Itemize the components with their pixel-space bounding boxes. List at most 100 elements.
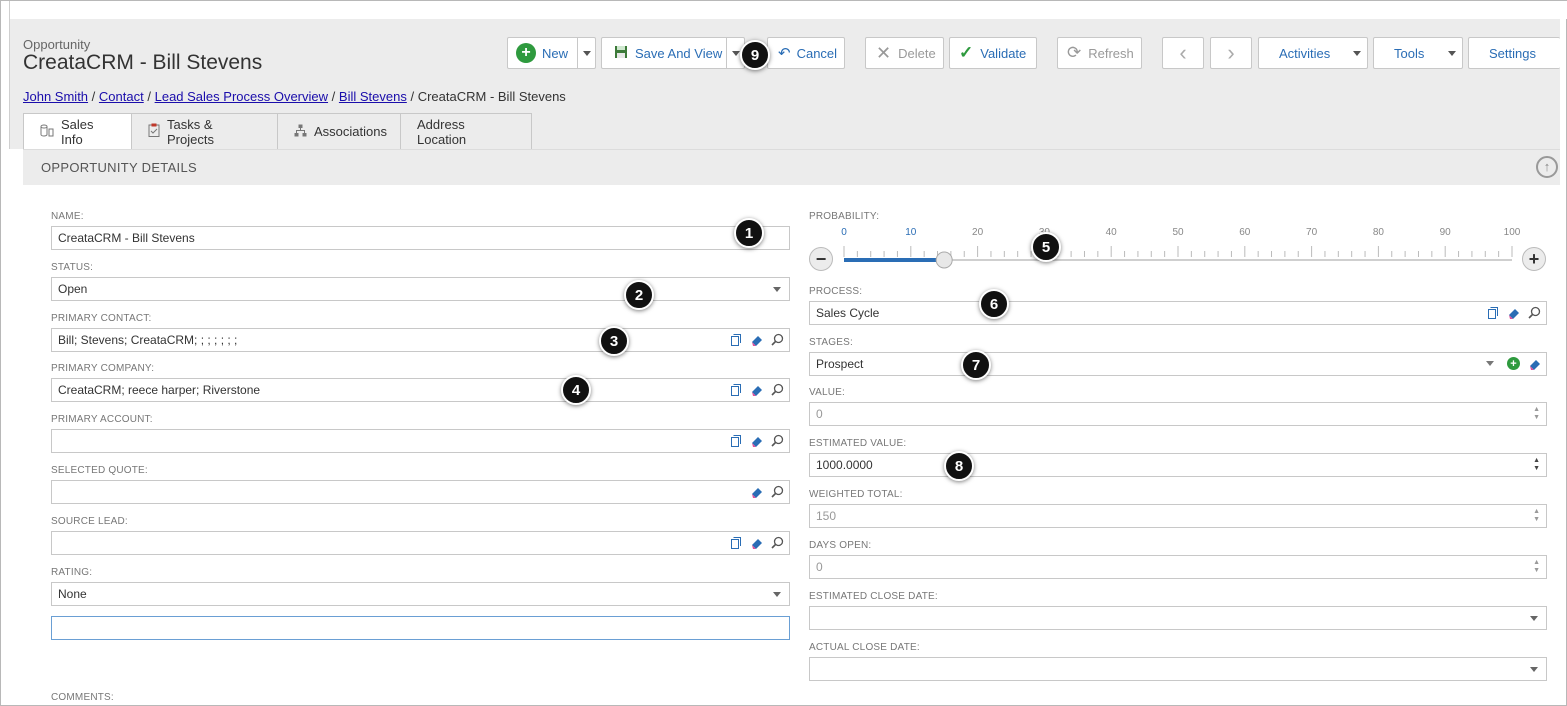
probability-tick-label: 70	[1306, 227, 1318, 238]
probability-slider[interactable]	[839, 243, 1519, 275]
stages-select[interactable]: Prospect +	[809, 352, 1547, 376]
weighted-total-label: WEIGHTED TOTAL:	[809, 489, 903, 500]
probability-increase-button[interactable]: +	[1522, 247, 1546, 271]
breadcrumb-link[interactable]: Lead Sales Process Overview	[155, 89, 328, 104]
save-and-view-button[interactable]: Save And View	[601, 37, 745, 69]
clipboard-icon	[148, 123, 160, 140]
previous-record-button[interactable]: ‹	[1162, 37, 1204, 69]
breadcrumb-current: CreataCRM - Bill Stevens	[417, 89, 566, 104]
breadcrumb-separator: /	[147, 89, 151, 104]
settings-label: Settings	[1489, 45, 1536, 61]
probability-tick-label: 60	[1239, 227, 1251, 238]
chevron-down-icon	[773, 592, 781, 597]
copy-icon[interactable]	[728, 382, 743, 397]
breadcrumb-link[interactable]: Contact	[99, 89, 144, 104]
slider-thumb	[935, 251, 953, 269]
chevron-right-icon: ›	[1227, 40, 1235, 65]
estimated-value-field[interactable]: 1000.0000 ▲ ▼	[809, 453, 1547, 477]
tools-menu-button[interactable]: Tools	[1373, 37, 1463, 69]
tab-address-location[interactable]: Address Location	[400, 113, 532, 149]
refresh-button[interactable]: ⟳ Refresh	[1057, 37, 1142, 69]
eraser-icon[interactable]	[1506, 305, 1521, 320]
primary-contact-field[interactable]: Bill; Stevens; CreataCRM; ; ; ; ; ; ;	[51, 328, 790, 352]
value-value: 0	[816, 407, 823, 421]
copy-icon[interactable]	[728, 535, 743, 550]
spinner-arrows-icon[interactable]: ▲ ▼	[1533, 508, 1540, 524]
estimated-close-date-field[interactable]	[809, 606, 1547, 630]
section-header: OPPORTUNITY DETAILS ↑	[23, 149, 1560, 185]
section-title: OPPORTUNITY DETAILS	[41, 160, 197, 175]
days-open-field[interactable]: 0 ▲ ▼	[809, 555, 1547, 579]
validate-button[interactable]: ✓ Validate	[949, 37, 1037, 69]
probability-tick-label: 100	[1503, 227, 1521, 238]
chevron-down-icon[interactable]	[1486, 361, 1494, 366]
eraser-icon[interactable]	[749, 433, 764, 448]
app-window: Opportunity CreataCRM - Bill Stevens + N…	[0, 0, 1567, 706]
weighted-total-field[interactable]: 150 ▲ ▼	[809, 504, 1547, 528]
eraser-icon[interactable]	[749, 484, 764, 499]
copy-icon[interactable]	[728, 332, 743, 347]
tab-associations[interactable]: Associations	[277, 113, 401, 149]
tab-sales-info[interactable]: Sales Info	[23, 113, 132, 149]
callout-badge: 1	[734, 218, 764, 248]
primary-company-value: CreataCRM; reece harper; Riverstone	[58, 383, 261, 397]
collapse-up-icon[interactable]: ↑	[1536, 156, 1558, 178]
actual-close-date-field[interactable]	[809, 657, 1547, 681]
new-dropdown-toggle[interactable]	[577, 38, 595, 68]
search-icon[interactable]	[770, 433, 785, 448]
estimated-close-date-label: ESTIMATED CLOSE DATE:	[809, 591, 938, 602]
search-icon[interactable]	[770, 484, 785, 499]
primary-account-field[interactable]	[51, 429, 790, 453]
tools-label: Tools	[1394, 45, 1425, 61]
status-select[interactable]: Open	[51, 277, 790, 301]
eraser-icon[interactable]	[749, 332, 764, 347]
chevron-down-icon	[1530, 616, 1538, 621]
primary-company-field[interactable]: CreataCRM; reece harper; Riverstone	[51, 378, 790, 402]
plus-circle-icon: +	[516, 43, 536, 63]
new-button[interactable]: + New	[507, 37, 596, 69]
rating-extra-input[interactable]	[51, 616, 790, 640]
search-icon[interactable]	[1527, 305, 1542, 320]
tab-tasks-projects[interactable]: Tasks & Projects	[131, 113, 278, 149]
name-field[interactable]: CreataCRM - Bill Stevens	[51, 226, 790, 250]
chevron-down-icon	[1353, 51, 1361, 56]
database-icon	[40, 124, 54, 140]
primary-company-label: PRIMARY COMPANY:	[51, 363, 155, 374]
delete-button[interactable]: ✕ Delete	[865, 37, 944, 69]
copy-icon[interactable]	[728, 433, 743, 448]
value-field[interactable]: 0 ▲ ▼	[809, 402, 1547, 426]
breadcrumb-link[interactable]: Bill Stevens	[339, 89, 407, 104]
copy-icon[interactable]	[1485, 305, 1500, 320]
status-label: STATUS:	[51, 262, 94, 273]
breadcrumb-separator: /	[331, 89, 336, 104]
spinner-arrows-icon[interactable]: ▲ ▼	[1533, 457, 1540, 473]
settings-menu-button[interactable]: Settings	[1468, 37, 1560, 69]
eraser-icon[interactable]	[1527, 356, 1542, 371]
breadcrumb: John Smith / Contact / Lead Sales Proces…	[23, 89, 566, 104]
search-icon[interactable]	[770, 535, 785, 550]
spinner-arrows-icon[interactable]: ▲ ▼	[1533, 559, 1540, 575]
next-record-button[interactable]: ›	[1210, 37, 1252, 69]
checkmark-icon: ✓	[959, 43, 974, 62]
selected-quote-field[interactable]	[51, 480, 790, 504]
activities-menu-button[interactable]: Activities	[1258, 37, 1368, 69]
spinner-arrows-icon[interactable]: ▲ ▼	[1533, 406, 1540, 422]
top-strip	[9, 1, 1567, 19]
chevron-down-icon	[582, 50, 591, 56]
probability-decrease-button[interactable]: −	[809, 247, 833, 271]
save-and-view-label: Save And View	[635, 45, 723, 61]
eraser-icon[interactable]	[749, 382, 764, 397]
search-icon[interactable]	[770, 382, 785, 397]
eraser-icon[interactable]	[749, 535, 764, 550]
breadcrumb-link[interactable]: John Smith	[23, 89, 88, 104]
probability-tick-label: 90	[1439, 227, 1451, 238]
search-icon[interactable]	[770, 332, 785, 347]
rating-select[interactable]: None	[51, 582, 790, 606]
callout-badge: 7	[961, 350, 991, 380]
probability-tick-label: 10	[905, 227, 917, 238]
add-circle-icon[interactable]: +	[1506, 356, 1521, 371]
process-field[interactable]: Sales Cycle	[809, 301, 1547, 325]
probability-tick-label: 0	[841, 227, 847, 238]
source-lead-field[interactable]	[51, 531, 790, 555]
cancel-button[interactable]: ↶ Cancel	[767, 37, 845, 69]
